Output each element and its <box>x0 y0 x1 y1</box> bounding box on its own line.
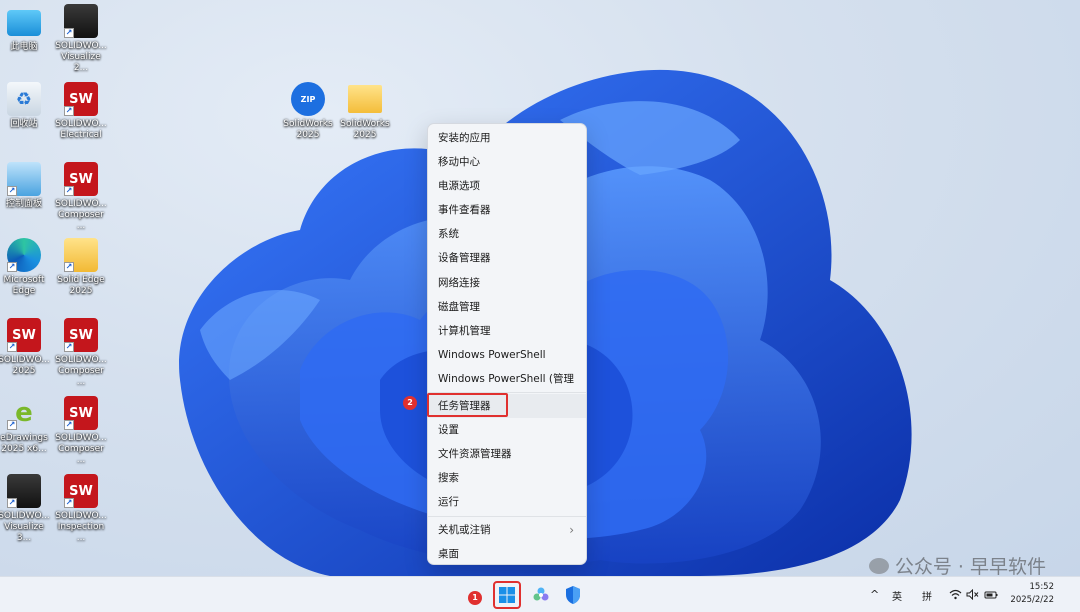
taskbar-app-flower[interactable] <box>527 581 555 609</box>
solidworks-electrical-icon: SW ↗ <box>64 82 98 116</box>
windows-logo-icon <box>499 587 515 603</box>
shortcut-arrow-icon: ↗ <box>7 262 17 272</box>
menu-item-disk-management[interactable]: 磁盘管理 <box>428 295 586 319</box>
desktop: 此电脑 ♻ 回收站 ↗ 控制面板 ↗ Microsoft Edge SW ↗ S… <box>0 0 1080 576</box>
desktop-icon-this-pc[interactable]: 此电脑 <box>0 6 52 53</box>
flower-app-icon <box>533 587 549 601</box>
menu-item-powershell-admin[interactable]: Windows PowerShell (管理员) <box>428 367 586 409</box>
shortcut-arrow-icon: ↗ <box>7 498 17 508</box>
menu-item-file-explorer[interactable]: 文件资源管理器 <box>428 442 586 466</box>
watermark: 公众号 · 早早软件 <box>868 552 1046 579</box>
desktop-icon-inspection[interactable]: SW ↗ SOLIDWO... Inspection ... <box>53 474 109 544</box>
menu-separator <box>428 515 586 517</box>
desktop-icon-solidworks-2025[interactable]: SW ↗ SOLIDWO... 2025 <box>0 318 52 377</box>
wechat-icon <box>868 557 889 574</box>
input-language-en[interactable]: 英 <box>892 588 902 603</box>
desktop-icon-visualize-3[interactable]: ↗ SOLIDWO... Visualize 3... <box>0 474 52 544</box>
menu-item-network-connections[interactable]: 网络连接 <box>428 271 586 295</box>
solidworks-composer-icon: SW ↗ <box>64 318 98 352</box>
step-badge-2: 2 <box>403 396 417 410</box>
desktop-icon-recycle-bin[interactable]: ♻ 回收站 <box>0 82 52 130</box>
chevron-right-icon: › <box>569 522 574 537</box>
shortcut-arrow-icon: ↗ <box>64 498 74 508</box>
control-panel-icon: ↗ <box>7 162 41 196</box>
edrawings-icon: e ↗ <box>7 398 33 430</box>
visualize-icon: ↗ <box>7 474 41 508</box>
menu-item-mobility-center[interactable]: 移动中心 <box>428 150 586 174</box>
speaker-muted-icon[interactable] <box>966 589 979 600</box>
watermark-text: 公众号 · 早早软件 <box>894 556 1046 578</box>
clock-time: 15:52 <box>1029 582 1055 592</box>
desktop-icon-composer-2[interactable]: SW ↗ SOLIDWO... Composer ... <box>53 318 109 388</box>
folder-icon <box>348 85 382 113</box>
solidworks-composer-icon: SW ↗ <box>64 396 98 430</box>
edge-icon: ↗ <box>7 238 41 272</box>
visualize-icon: ↗ <box>64 4 98 38</box>
shortcut-arrow-icon: ↗ <box>7 420 17 430</box>
menu-item-event-viewer[interactable]: 事件查看器 <box>428 198 586 222</box>
solidworks-icon: SW ↗ <box>7 318 41 352</box>
clock-date: 2025/2/22 <box>1010 595 1054 605</box>
shortcut-arrow-icon: ↗ <box>64 262 74 272</box>
taskbar: 1 ^ 英 拼 15:52 2025/2/22 <box>0 576 1080 612</box>
battery-icon[interactable] <box>984 589 998 600</box>
solidworks-composer-icon: SW ↗ <box>64 162 98 196</box>
desktop-icon-solid-edge[interactable]: ↗ Solid Edge 2025 <box>53 238 109 297</box>
shortcut-arrow-icon: ↗ <box>64 342 74 352</box>
tray-overflow-chevron[interactable]: ^ <box>870 588 879 601</box>
menu-item-device-manager[interactable]: 设备管理器 <box>428 246 586 270</box>
shortcut-arrow-icon: ↗ <box>7 186 17 196</box>
taskbar-clock[interactable]: 15:52 2025/2/22 <box>1010 581 1054 607</box>
desktop-icon-electrical[interactable]: SW ↗ SOLIDWO... Electrical <box>53 82 109 141</box>
desktop-icon-composer-3[interactable]: SW ↗ SOLIDWO... Composer ... <box>53 396 109 466</box>
menu-item-power-options[interactable]: 电源选项 <box>428 174 586 198</box>
wifi-icon[interactable] <box>949 589 962 600</box>
menu-item-search[interactable]: 搜索 <box>428 466 586 490</box>
winx-context-menu: 安装的应用 移动中心 电源选项 事件查看器 系统 设备管理器 网络连接 磁盘管理… <box>427 123 587 565</box>
shortcut-arrow-icon: ↗ <box>64 28 74 38</box>
desktop-icon-solidworks-zip[interactable]: ZIP SolidWorks 2025 <box>280 82 336 141</box>
shortcut-arrow-icon: ↗ <box>7 342 17 352</box>
monitor-icon <box>7 10 41 36</box>
menu-item-powershell[interactable]: Windows PowerShell <box>428 343 586 367</box>
shield-icon <box>566 586 580 604</box>
step-badge-1: 1 <box>468 591 482 605</box>
start-button[interactable] <box>493 581 521 609</box>
menu-item-system[interactable]: 系统 <box>428 222 586 246</box>
menu-item-settings[interactable]: 设置 <box>428 418 586 442</box>
shortcut-arrow-icon: ↗ <box>64 106 74 116</box>
menu-item-shutdown-signout[interactable]: 关机或注销 › <box>428 518 586 542</box>
recycle-bin-icon: ♻ <box>7 82 41 116</box>
menu-item-label: 关机或注销 <box>438 523 491 536</box>
menu-item-task-manager[interactable]: 任务管理器 <box>428 394 586 419</box>
menu-item-installed-apps[interactable]: 安装的应用 <box>428 126 586 150</box>
menu-item-run[interactable]: 运行 <box>428 490 586 514</box>
shortcut-arrow-icon: ↗ <box>64 186 74 196</box>
desktop-icon-visualize-2[interactable]: ↗ SOLIDWO... Visualize 2... <box>53 4 109 74</box>
desktop-icon-edrawings[interactable]: e ↗ eDrawings 2025 x6... <box>0 396 52 455</box>
desktop-icon-control-panel[interactable]: ↗ 控制面板 <box>0 162 52 210</box>
zip-archive-icon: ZIP <box>291 82 325 116</box>
shortcut-arrow-icon: ↗ <box>64 420 74 430</box>
folder-icon: ↗ <box>64 238 98 272</box>
desktop-icon-edge[interactable]: ↗ Microsoft Edge <box>0 238 52 297</box>
input-method-pinyin[interactable]: 拼 <box>922 588 932 603</box>
solidworks-inspection-icon: SW ↗ <box>64 474 98 508</box>
taskbar-app-security[interactable] <box>559 581 587 609</box>
menu-item-computer-management[interactable]: 计算机管理 <box>428 319 586 343</box>
desktop-icon-composer-1[interactable]: SW ↗ SOLIDWO... Composer ... <box>53 162 109 232</box>
desktop-icon-solidworks-folder[interactable]: SolidWorks 2025 <box>337 82 393 141</box>
menu-item-desktop[interactable]: 桌面 <box>428 542 586 566</box>
